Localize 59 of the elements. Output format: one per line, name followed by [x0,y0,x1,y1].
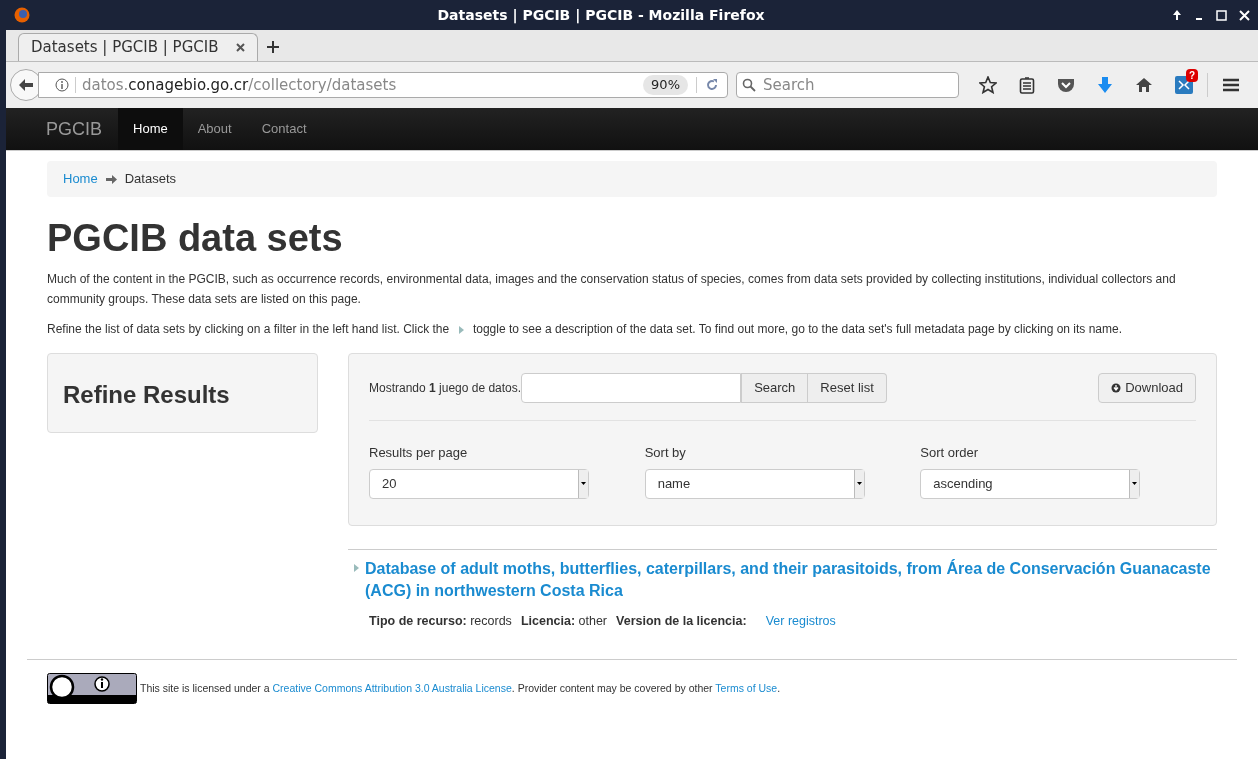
download-circle-icon [1111,383,1122,393]
select-label: Results per page [369,444,469,462]
maximize-icon[interactable] [1216,9,1227,21]
close-tab-icon[interactable] [236,43,245,52]
zoom-level[interactable]: 90% [643,75,688,95]
dataset-meta: Version de la licencia: [616,612,747,630]
toggle-triangle-icon [458,325,464,334]
clipboard-list-icon[interactable] [1019,76,1035,94]
new-tab-icon[interactable] [266,40,280,54]
results-count: Mostrando 1 juego de datos. [369,380,522,397]
license-text: This site is licensed under a Creative Commons Attribution 3.0 Australia License. Provider content may be covered by other Terms of Use. [140,680,781,696]
dataset-meta: Licencia: other [520,612,608,630]
dataset-meta: Tipo de recurso: records [369,612,512,630]
menu-icon[interactable] [1222,78,1240,92]
download-button[interactable]: Download [1098,373,1196,403]
search-input[interactable] [521,373,742,403]
breadcrumb-link[interactable]: Home [63,169,98,189]
dataset-title-link[interactable]: Database of adult moths, butterflies, caterpillars, and their parasitoids, from Área de Conservación Guanacaste (ACG) in northwestern Costa Rica [365,557,1217,602]
search-icon [742,78,756,92]
dropdown-caret-icon [856,482,862,485]
arrow-up-icon[interactable] [1172,9,1182,21]
home-icon[interactable] [1135,77,1153,93]
dropdown-caret-icon [1132,482,1138,485]
search-field[interactable]: Search [736,72,959,98]
reload-icon[interactable] [705,78,719,92]
nav-link[interactable]: Contact [246,108,322,150]
intro-paragraph: Much of the content in the PGCIB, such as occurrence records, environmental data, images and the conservation status of species, comes from data sets provided by collecting institutions, individual collectors and community groups. These data sets are listed on this page. [47,271,1177,308]
dropdown-select[interactable]: 20 [369,468,589,499]
breadcrumb-current: Datasets [124,170,176,189]
browser-tab[interactable]: Datasets | PGCIB | PGCIB [18,33,258,61]
page-heading: PGCIB data sets [47,216,344,261]
nav-link[interactable]: Home [118,108,183,150]
close-icon[interactable] [1239,9,1250,21]
site-brand[interactable]: PGCIB [46,108,102,150]
dropdown-select[interactable]: ascending [920,468,1141,499]
instructions-text: Refine the list of data sets by clicking on a filter in the left hand list. Click the [47,322,450,336]
notification-badge: ? [1186,69,1199,82]
url-bar[interactable]: datos.conagebio.go.cr/collectory/datasets 90% [38,72,728,98]
refine-title: Refine Results [62,381,231,408]
dropdown-select[interactable]: name [644,468,865,499]
search-button[interactable]: Search [741,373,809,403]
expand-triangle-icon [354,563,359,572]
instructions-text: toggle to see a description of the data set. To find out more, go to the data set's full metadata page by clicking on its name. [472,322,1123,336]
dropdown-caret-icon [581,482,586,485]
reset-button[interactable]: Reset list [808,373,887,403]
url-text: datos.conagebio.go.cr/collectory/datasets [82,74,398,96]
info-icon[interactable] [55,78,69,92]
select-label: Sort by [644,444,687,462]
arrow-right-icon [105,174,117,184]
back-arrow-icon [19,79,33,91]
download-arrow-icon[interactable] [1097,76,1113,94]
browser-logo-icon [14,7,30,23]
select-label: Sort order [920,444,980,462]
records-link[interactable]: Ver registros [765,611,836,631]
window-title: Datasets | PGCIB | PGCIB - Mozilla Firefox [436,5,766,26]
tab-title: Datasets | PGCIB | PGCIB [31,37,220,59]
nav-link[interactable]: About [182,108,247,150]
license-link[interactable]: Creative Commons Attribution 3.0 Australia License [272,681,512,694]
star-bookmark-icon[interactable] [979,76,997,94]
